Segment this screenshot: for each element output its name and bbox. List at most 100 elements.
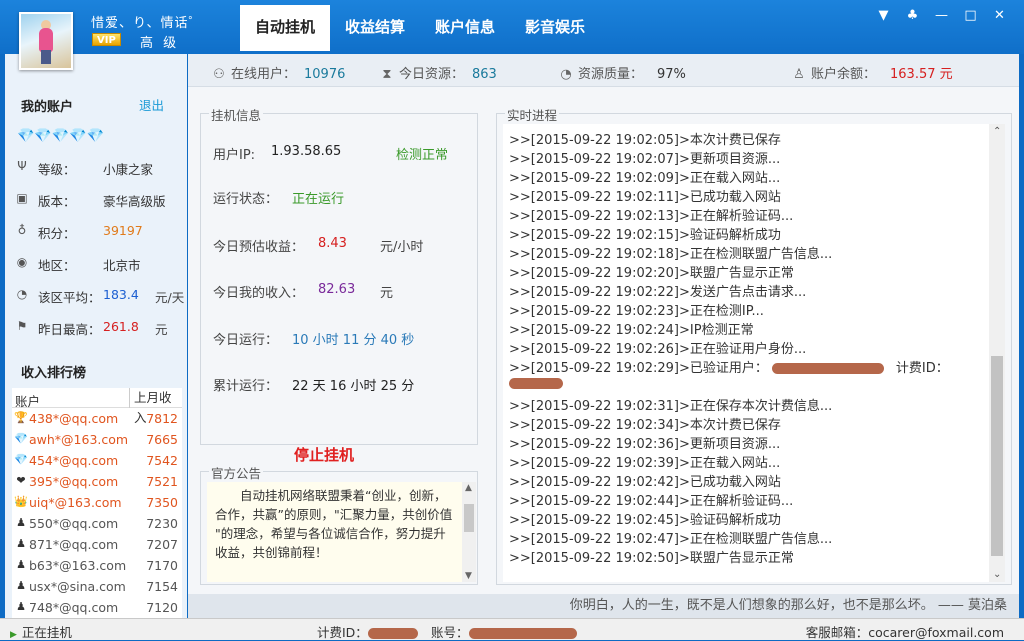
account-row-level: Ψ 等级： 小康之家 xyxy=(15,157,190,177)
rank-icon: 💎 xyxy=(14,432,28,445)
account-row-area-average: ◔ 该区平均： 183.4 元/天 xyxy=(16,287,185,305)
log-line: >>[2015-09-22 19:02:24]>IP检测正常 xyxy=(509,323,754,338)
minimize-icon[interactable]: — xyxy=(927,7,956,25)
log-line: >>[2015-09-22 19:02:31]>正在保存本次计费信息... xyxy=(509,399,833,414)
rank-icon: 🏆 xyxy=(14,411,28,424)
today-resources: ⧗ 今日资源： 863 xyxy=(380,63,497,82)
rank-income: 7230 xyxy=(146,516,178,531)
log-line: >>[2015-09-22 19:02:20]>联盟广告显示正常 xyxy=(509,266,794,281)
close-icon[interactable]: ✕ xyxy=(985,7,1014,25)
rank-income: 7812 xyxy=(146,411,178,426)
notice-scroll-thumb[interactable] xyxy=(464,504,474,532)
account-redacted xyxy=(468,628,577,639)
log-scrollbar[interactable]: ⌃ ⌄ xyxy=(989,124,1005,582)
billing-redacted xyxy=(509,378,563,389)
tab-settlement[interactable]: 收益结算 xyxy=(330,5,420,51)
col-income: 上月收入 xyxy=(129,388,182,425)
rank-icon: ♟ xyxy=(16,537,26,550)
quality-label: 资源质量： xyxy=(578,67,644,82)
account-number: 账号： xyxy=(431,622,577,641)
ranking-row: 💎 454*@qq.com 7542 xyxy=(12,450,182,471)
log-line: >>[2015-09-22 19:02:11]>已成功载入网站 xyxy=(509,190,781,205)
user-name: 惜爱、り、情话゜ xyxy=(91,16,203,31)
avatar[interactable] xyxy=(19,12,73,70)
flag-icon: ⚑ xyxy=(16,319,28,333)
log-line: >>[2015-09-22 19:02:15]>验证码解析成功 xyxy=(509,228,781,243)
tab-account-info[interactable]: 账户信息 xyxy=(420,5,510,51)
billing-id-redacted xyxy=(367,628,418,639)
log-line: >>[2015-09-22 19:02:05]>本次计费已保存 xyxy=(509,133,781,148)
log-list: >>[2015-09-22 19:02:05]>本次计费已保存 >>[2015-0… xyxy=(503,124,989,582)
dropdown-icon[interactable]: ▼ xyxy=(869,7,898,25)
notice-scrollbar[interactable]: ▲ ▼ xyxy=(462,482,476,582)
stop-hang-button[interactable]: 停止挂机 xyxy=(294,444,354,465)
rank-icon: ♟ xyxy=(16,558,26,571)
balance-value: 163.57 元 xyxy=(890,67,953,82)
level-icon: Ψ xyxy=(17,159,27,173)
ranking-row: ♟ b63*@163.com 7170 xyxy=(12,555,182,576)
rank-icon: ❤ xyxy=(16,474,26,487)
notice-text: 自动挂机网络联盟秉着“创业，创新，合作，共赢”的原则，"汇聚力量，共创价值 "的… xyxy=(207,482,462,582)
ranking-title: 收入排行榜 xyxy=(21,366,87,381)
rank-income: 7207 xyxy=(146,537,178,552)
rank-income: 7521 xyxy=(146,474,178,489)
rank-icon: ♟ xyxy=(16,600,26,613)
log-scroll-thumb[interactable] xyxy=(991,356,1003,556)
online-users: ⚇ 在线用户： 10976 xyxy=(212,63,345,82)
notice-title: 官方公告 xyxy=(209,463,264,482)
rank-icon: ♟ xyxy=(16,516,26,529)
rank-income: 7120 xyxy=(146,600,178,615)
support-email-value[interactable]: cocarer@foxmail.com xyxy=(868,625,1004,640)
log-line: >>[2015-09-22 19:02:23]>正在检测IP... xyxy=(509,304,764,319)
rank-account: 550*@qq.com xyxy=(29,516,119,531)
hourglass-icon: ⧗ xyxy=(382,67,392,82)
online-label: 在线用户： xyxy=(231,67,297,82)
log-line: >>[2015-09-22 19:02:29]>已验证用户： 计费ID： xyxy=(509,361,949,376)
account-balance: ♙ 账户余额： 163.57 元 xyxy=(792,63,953,82)
rank-icon: ♟ xyxy=(16,579,26,592)
user-redacted xyxy=(771,363,884,374)
tab-auto-hang[interactable]: 自动挂机 xyxy=(240,5,331,51)
quality-value: 97% xyxy=(657,67,686,82)
log-panel: 实时进程 >>[2015-09-22 19:02:05]>本次计费已保存 >>[2… xyxy=(496,105,1012,585)
user-level: 高 级 xyxy=(140,36,180,51)
rank-account: 438*@qq.com xyxy=(29,411,119,426)
medal-icon: ♁ xyxy=(17,223,27,237)
log-line: >>[2015-09-22 19:02:18]>正在检测联盟广告信息... xyxy=(509,247,833,262)
run-status-value: 正在运行 xyxy=(292,192,345,207)
ranking-table: 账户 上月收入 🏆 438*@qq.com 7812 💎 awh*@163.com 766… xyxy=(12,388,182,620)
support-email: 客服邮箱：cocarer@foxmail.com xyxy=(805,625,1004,640)
scroll-up-icon[interactable]: ▲ xyxy=(465,483,472,493)
status-indicator: ▶ 正在挂机 xyxy=(10,622,72,641)
log-line: >>[2015-09-22 19:02:44]>正在解析验证码... xyxy=(509,494,794,509)
ranking-row: ♟ usx*@sina.com 7154 xyxy=(12,576,182,597)
rank-account: uiq*@163.com xyxy=(29,495,122,510)
log-line: >>[2015-09-22 19:02:36]>更新项目资源... xyxy=(509,437,781,452)
log-scroll-down-icon[interactable]: ⌄ xyxy=(993,569,1001,580)
estimated-income-value: 8.43 xyxy=(318,236,347,251)
resources-label: 今日资源： xyxy=(399,67,465,82)
rank-account: 395*@qq.com xyxy=(29,474,119,489)
scroll-down-icon[interactable]: ▼ xyxy=(465,571,472,581)
quote-bar: 你明白，人的一生，既不是人们想象的那么好，也不是那么坏。 —— 莫泊桑 xyxy=(188,594,1019,618)
status-text: 正在挂机 xyxy=(21,625,72,640)
balance-icon: ♙ xyxy=(793,67,805,82)
resources-value: 863 xyxy=(472,67,497,82)
rank-income: 7542 xyxy=(146,453,178,468)
skin-icon[interactable]: ♣ xyxy=(898,7,927,25)
sidebar: 我的账户 退出 💎💎💎💎💎 Ψ 等级： 小康之家 ▣ 版本： 豪华高级版 ♁ 积分： 391… xyxy=(5,54,187,620)
rank-income: 7170 xyxy=(146,558,178,573)
log-scroll-up-icon[interactable]: ⌃ xyxy=(993,126,1001,137)
window-controls: ▼ ♣ — □ ✕ xyxy=(869,7,1014,25)
stats-bar: ⚇ 在线用户： 10976 ⧗ 今日资源： 863 ◔ 资源质量： 97% ♙ 账户余额： 16… xyxy=(188,54,1019,87)
log-line: >>[2015-09-22 19:02:34]>本次计费已保存 xyxy=(509,418,781,433)
account-row-points: ♁ 积分： 39197 xyxy=(15,221,190,241)
notice-panel: 官方公告 自动挂机网络联盟秉着“创业，创新，合作，共赢”的原则，"汇聚力量，共创… xyxy=(200,463,478,585)
vip-badge: VIP xyxy=(92,33,121,46)
maximize-icon[interactable]: □ xyxy=(956,7,985,25)
logout-link[interactable]: 退出 xyxy=(139,95,164,114)
diamond-rating: 💎💎💎💎💎 xyxy=(17,128,105,144)
globe-icon: ◉ xyxy=(16,255,28,269)
tab-entertainment[interactable]: 影音娱乐 xyxy=(510,5,600,51)
monitor-icon: ▣ xyxy=(16,191,28,205)
